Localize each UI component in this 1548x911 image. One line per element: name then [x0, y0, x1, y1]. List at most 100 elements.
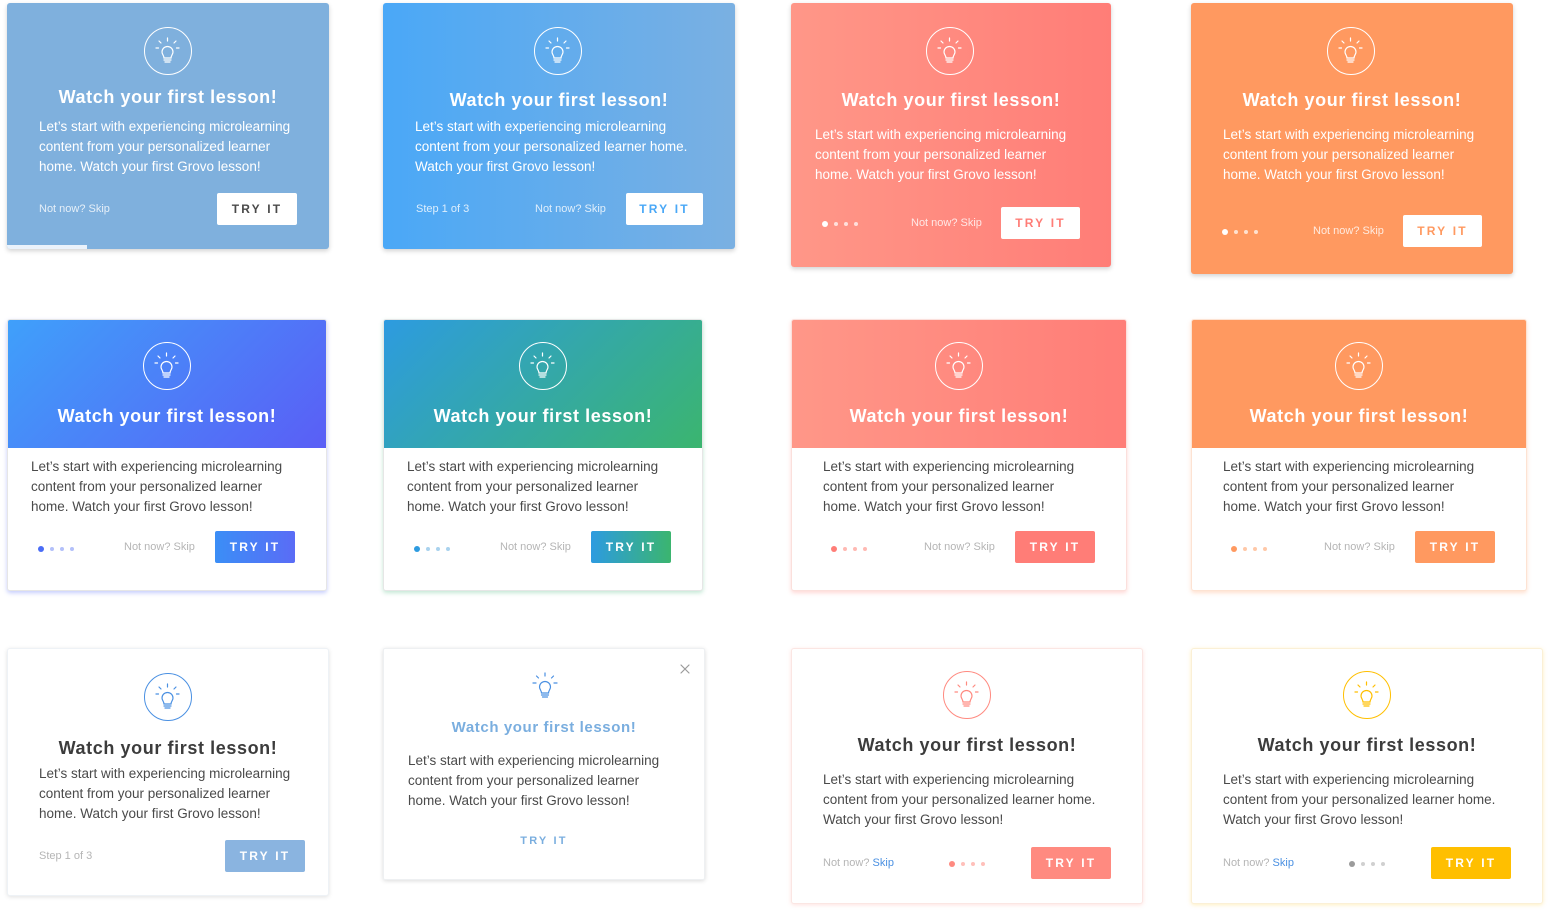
card-body: Let’s start with experiencing microlearn…	[407, 459, 659, 514]
skip-link[interactable]: Not now? Skip	[500, 541, 571, 553]
dot	[70, 547, 74, 551]
card-body: Let’s start with experiencing microlearn…	[31, 459, 283, 514]
skip-link[interactable]: Not now? Skip	[39, 203, 110, 215]
try-it-button[interactable]: TRY IT	[1015, 531, 1095, 563]
card-body: Let’s start with experiencing microlearn…	[1223, 772, 1496, 827]
onboarding-card-8: Watch your first lesson! Let’s start wit…	[1191, 319, 1527, 591]
skip-link[interactable]: Skip	[1273, 857, 1294, 869]
pagination-dots	[949, 861, 989, 869]
dot-active	[1349, 861, 1355, 867]
try-it-button[interactable]: TRY IT	[504, 829, 584, 853]
try-it-button[interactable]: TRY IT	[1431, 847, 1511, 879]
card-body: Let’s start with experiencing microlearn…	[823, 772, 1096, 827]
dot	[834, 222, 838, 226]
card-title: Watch your first lesson!	[1257, 735, 1477, 755]
lightbulb-icon	[1335, 342, 1383, 390]
card-title: Watch your first lesson!	[433, 406, 653, 426]
pagination-dots	[831, 546, 871, 554]
skip-link[interactable]: Skip	[873, 857, 894, 869]
card-body: Let’s start with experiencing microlearn…	[39, 119, 291, 174]
progress-bar	[7, 245, 87, 249]
dot	[853, 547, 857, 551]
dot	[1371, 862, 1375, 866]
lightbulb-icon	[1327, 27, 1375, 75]
card-body: Let’s start with experiencing microlearn…	[408, 753, 660, 808]
dot	[961, 862, 965, 866]
skip-link[interactable]: Not now? Skip	[924, 541, 995, 553]
dot	[971, 862, 975, 866]
onboarding-card-4: Watch your first lesson! Let’s start wit…	[1191, 3, 1513, 274]
card-title: Watch your first lesson!	[841, 90, 1061, 110]
try-it-button[interactable]: TRY IT	[591, 531, 671, 563]
card-title: Watch your first lesson!	[857, 735, 1077, 755]
lightbulb-icon	[534, 27, 582, 75]
card-title: Watch your first lesson!	[849, 406, 1069, 426]
card-title: Watch your first lesson!	[58, 738, 278, 758]
dot	[1234, 230, 1238, 234]
try-it-button[interactable]: TRY IT	[225, 840, 305, 872]
onboarding-card-6: Watch your first lesson! Let’s start wit…	[383, 319, 703, 591]
skip-link[interactable]: Not now? Skip	[124, 541, 195, 553]
dot	[854, 222, 858, 226]
skip-prefix: Not now?	[1223, 857, 1270, 869]
try-it-button[interactable]: TRY IT	[1403, 215, 1482, 247]
try-it-button[interactable]: TRY IT	[217, 193, 297, 225]
card-title: Watch your first lesson!	[57, 406, 277, 426]
card-body: Let’s start with experiencing microlearn…	[1223, 459, 1475, 514]
pagination-dots	[38, 546, 78, 554]
close-icon[interactable]	[679, 662, 691, 674]
dot-active	[1222, 229, 1228, 235]
card-title: Watch your first lesson!	[58, 87, 278, 107]
lightbulb-icon	[935, 342, 983, 390]
skip-link[interactable]: Not now? Skip	[911, 217, 982, 229]
dot	[1254, 230, 1258, 234]
dot	[50, 547, 54, 551]
card-title: Watch your first lesson!	[1242, 90, 1462, 110]
dot	[1253, 547, 1257, 551]
dot	[436, 547, 440, 551]
dot-active	[414, 546, 420, 552]
try-it-button[interactable]: TRY IT	[1415, 531, 1495, 563]
try-it-button[interactable]: TRY IT	[215, 531, 295, 563]
lightbulb-icon	[530, 671, 560, 705]
dot	[863, 547, 867, 551]
card-body: Let’s start with experiencing microlearn…	[1223, 127, 1475, 182]
dot	[60, 547, 64, 551]
pagination-dots	[822, 221, 862, 229]
card-title: Watch your first lesson!	[1249, 406, 1469, 426]
pagination-dots	[1349, 861, 1389, 869]
card-body: Let’s start with experiencing microlearn…	[415, 119, 688, 174]
dot	[1243, 547, 1247, 551]
dot	[843, 547, 847, 551]
lightbulb-icon	[1343, 671, 1391, 719]
dot	[426, 547, 430, 551]
try-it-button[interactable]: TRY IT	[626, 193, 703, 225]
dot-active	[949, 861, 955, 867]
lightbulb-icon	[143, 342, 191, 390]
lightbulb-icon	[144, 673, 192, 721]
pagination-dots	[414, 546, 454, 554]
onboarding-card-11: Watch your first lesson! Let’s start wit…	[791, 648, 1143, 904]
step-indicator: Step 1 of 3	[416, 203, 470, 215]
onboarding-card-2: Watch your first lesson! Let’s start wit…	[383, 3, 735, 249]
dot	[981, 862, 985, 866]
skip-link[interactable]: Not now? Skip	[535, 203, 606, 215]
card-title: Watch your first lesson!	[449, 90, 669, 110]
card-body: Let’s start with experiencing microlearn…	[39, 766, 291, 821]
onboarding-card-1: Watch your first lesson! Let’s start wit…	[7, 3, 329, 249]
try-it-button[interactable]: TRY IT	[1001, 207, 1080, 239]
dot	[446, 547, 450, 551]
onboarding-card-5: Watch your first lesson! Let’s start wit…	[7, 319, 327, 591]
card-body: Let’s start with experiencing microlearn…	[823, 459, 1075, 514]
skip-link[interactable]: Not now? Skip	[1324, 541, 1395, 553]
skip-prompt: Not now? Skip	[1223, 857, 1294, 869]
try-it-button[interactable]: TRY IT	[1031, 847, 1111, 879]
dot	[1244, 230, 1248, 234]
dot-active	[822, 221, 828, 227]
lightbulb-icon	[943, 671, 991, 719]
onboarding-card-10: Watch your first lesson! Let’s start wit…	[383, 648, 705, 880]
lightbulb-icon	[144, 27, 192, 75]
skip-link[interactable]: Not now? Skip	[1313, 225, 1384, 237]
card-body: Let’s start with experiencing microlearn…	[815, 127, 1067, 182]
onboarding-card-3: Watch your first lesson! Let’s start wit…	[791, 3, 1111, 267]
